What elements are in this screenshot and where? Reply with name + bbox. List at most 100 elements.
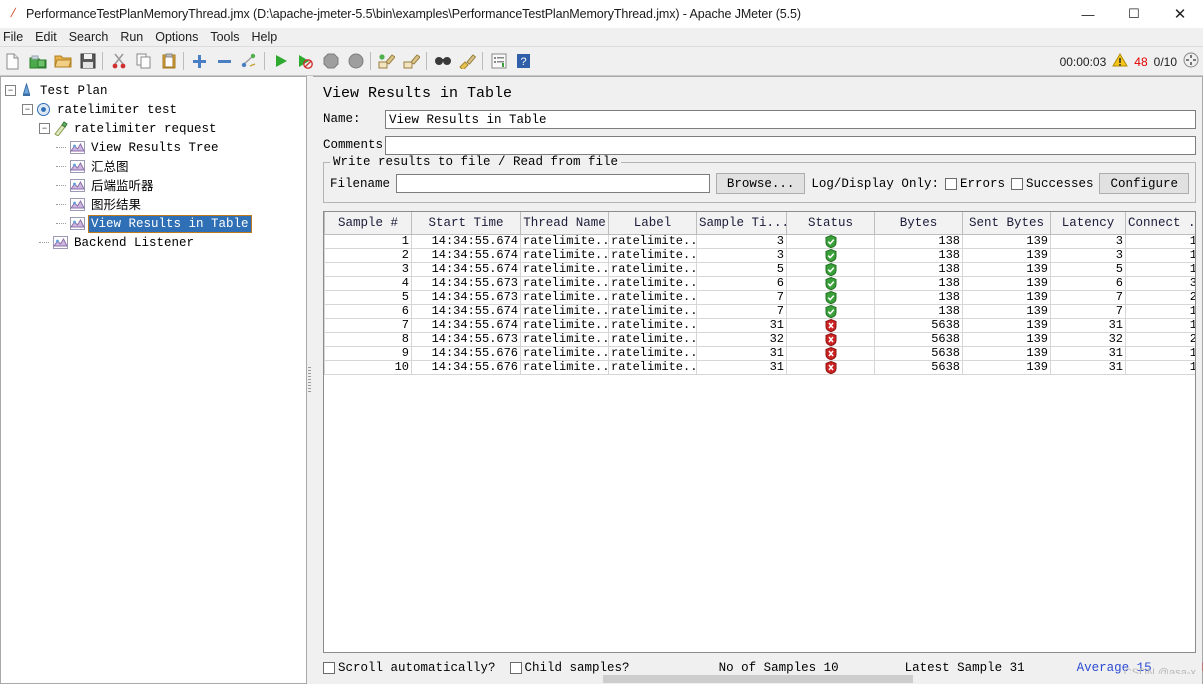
filename-input[interactable] (396, 174, 710, 193)
column-header-status[interactable]: Status (786, 212, 875, 235)
function-helper-icon[interactable] (486, 49, 511, 74)
table-row[interactable]: 4 14:34:55.673 ratelimite... ratelimite... 6… (324, 275, 1195, 291)
column-header-label[interactable]: Label (608, 212, 697, 235)
browse-button[interactable]: Browse... (715, 173, 806, 194)
remote-status-icon[interactable] (1183, 52, 1199, 71)
test-plan-tree[interactable]: − Test Plan − ratelimiter test − ratelimiter … (1, 77, 306, 252)
menu-edit[interactable]: Edit (29, 28, 63, 47)
start-icon[interactable] (268, 49, 293, 74)
column-header-thread-name[interactable]: Thread Name (520, 212, 609, 235)
new-icon[interactable] (0, 49, 25, 74)
column-header-connect-time[interactable]: Connect ... (1125, 212, 1195, 235)
column-header-start-time[interactable]: Start Time (411, 212, 521, 235)
tree-expander-icon[interactable]: − (5, 85, 16, 96)
menu-options[interactable]: Options (149, 28, 204, 47)
child-samples-checkbox[interactable]: Child samples? (509, 661, 630, 675)
tree-node-label: View Results Tree (91, 140, 219, 155)
errors-checkbox[interactable]: Errors (944, 177, 1005, 191)
page-title: View Results in Table (323, 85, 513, 102)
comments-input[interactable] (385, 135, 1196, 155)
tree-node-2[interactable]: − ratelimiter request (3, 119, 306, 138)
tree-node-1[interactable]: − ratelimiter test (3, 100, 306, 119)
tree-node-0[interactable]: − Test Plan (3, 81, 306, 100)
child-samples-checkbox-box[interactable] (509, 662, 522, 674)
table-row[interactable]: 2 14:34:55.674 ratelimite... ratelimite... 3… (324, 247, 1195, 263)
table-row[interactable]: 6 14:34:55.674 ratelimite... ratelimite... 7… (324, 303, 1195, 319)
cell-start-time: 14:34:55.674 (411, 317, 521, 333)
paste-icon[interactable] (156, 49, 181, 74)
tree-expander-icon[interactable]: − (39, 123, 50, 134)
clear-icon[interactable] (374, 49, 399, 74)
column-header-latency[interactable]: Latency (1050, 212, 1126, 235)
collapse-all-icon[interactable] (212, 49, 237, 74)
column-header-sent-bytes[interactable]: Sent Bytes (962, 212, 1051, 235)
cell-label: ratelimite... (608, 275, 697, 291)
cell-start-time: 14:34:55.676 (411, 345, 521, 361)
errors-checkbox-box[interactable] (944, 177, 957, 190)
scroll-automatically-checkbox-box[interactable] (323, 662, 335, 674)
cell-status (786, 247, 875, 263)
cell-sent-bytes: 139 (962, 289, 1051, 305)
tree-node-label: ratelimiter request (74, 121, 217, 136)
templates-icon[interactable] (25, 49, 50, 74)
open-icon[interactable] (50, 49, 75, 74)
copy-icon[interactable] (131, 49, 156, 74)
tree-expander-icon[interactable]: − (22, 104, 33, 115)
menu-search[interactable]: Search (63, 28, 115, 47)
tree-node-6[interactable]: 图形结果 (3, 195, 306, 214)
results-table[interactable]: Sample # Start Time Thread Name Label Sa… (324, 212, 1195, 375)
expand-all-icon[interactable] (187, 49, 212, 74)
tree-node-7[interactable]: View Results in Table (3, 214, 306, 233)
successes-checkbox-box[interactable] (1010, 177, 1023, 190)
svg-text:?: ? (520, 56, 526, 68)
save-icon[interactable] (75, 49, 100, 74)
toolbar-status: 00:00:03 48 0/10 (1060, 47, 1199, 76)
start-no-pauses-icon[interactable] (293, 49, 318, 74)
cell-start-time: 14:34:55.674 (411, 303, 521, 319)
minimize-button[interactable]: — (1065, 0, 1111, 28)
shutdown-icon[interactable] (343, 49, 368, 74)
name-input[interactable]: View Results in Table (385, 109, 1196, 129)
table-row[interactable]: 1 14:34:55.674 ratelimite... ratelimite... 3… (324, 233, 1195, 249)
configure-button[interactable]: Configure (1099, 173, 1189, 194)
column-header-sample-time[interactable]: Sample Ti... (696, 212, 787, 235)
tree-node-5[interactable]: 后端监听器 (3, 176, 306, 195)
help-icon[interactable]: ? (511, 49, 536, 74)
menu-file[interactable]: File (0, 28, 29, 47)
cell-bytes: 5638 (874, 345, 963, 361)
tree-node-4[interactable]: 汇总图 (3, 157, 306, 176)
search-reset-icon[interactable] (455, 49, 480, 74)
close-button[interactable]: ✕ (1157, 0, 1203, 28)
table-row[interactable]: 3 14:34:55.674 ratelimite... ratelimite... 5… (324, 261, 1195, 277)
cut-icon[interactable] (106, 49, 131, 74)
menu-help[interactable]: Help (246, 28, 284, 47)
table-row[interactable]: 7 14:34:55.674 ratelimite... ratelimite... 3… (324, 317, 1195, 333)
table-row[interactable]: 9 14:34:55.676 ratelimite... ratelimite... 3… (324, 345, 1195, 361)
cell-sample-time: 3 (696, 247, 787, 263)
comments-label: Comments: (323, 138, 391, 152)
toggle-icon[interactable] (237, 49, 262, 74)
table-row[interactable]: 5 14:34:55.673 ratelimite... ratelimite... 7… (324, 289, 1195, 305)
column-header-bytes[interactable]: Bytes (874, 212, 963, 235)
tree-node-8[interactable]: Backend Listener (3, 233, 306, 252)
scroll-automatically-checkbox[interactable]: Scroll automatically? (323, 661, 496, 675)
cell-latency: 7 (1050, 303, 1126, 319)
stop-icon[interactable] (318, 49, 343, 74)
horizontal-scrollbar-thumb[interactable] (603, 675, 913, 683)
cell-sample-time: 3 (696, 233, 787, 249)
tree-node-3[interactable]: View Results Tree (3, 138, 306, 157)
maximize-button[interactable]: ☐ (1111, 0, 1157, 28)
horizontal-scrollbar[interactable] (313, 674, 1202, 684)
cell-thread-name: ratelimite... (520, 261, 609, 277)
column-header-sample-number[interactable]: Sample # (324, 212, 412, 235)
clear-all-icon[interactable] (399, 49, 424, 74)
table-row[interactable]: 8 14:34:55.673 ratelimite... ratelimite... 3… (324, 331, 1195, 347)
test-plan-icon (18, 83, 34, 99)
search-icon[interactable] (430, 49, 455, 74)
menu-tools[interactable]: Tools (204, 28, 245, 47)
menu-run[interactable]: Run (114, 28, 149, 47)
successes-checkbox[interactable]: Successes (1010, 177, 1093, 191)
table-row[interactable]: 10 14:34:55.676 ratelimite... ratelimite...… (324, 359, 1195, 375)
toolbar: ? 00:00:03 48 0/10 (0, 47, 1203, 76)
warning-triangle-icon[interactable] (1112, 52, 1129, 71)
